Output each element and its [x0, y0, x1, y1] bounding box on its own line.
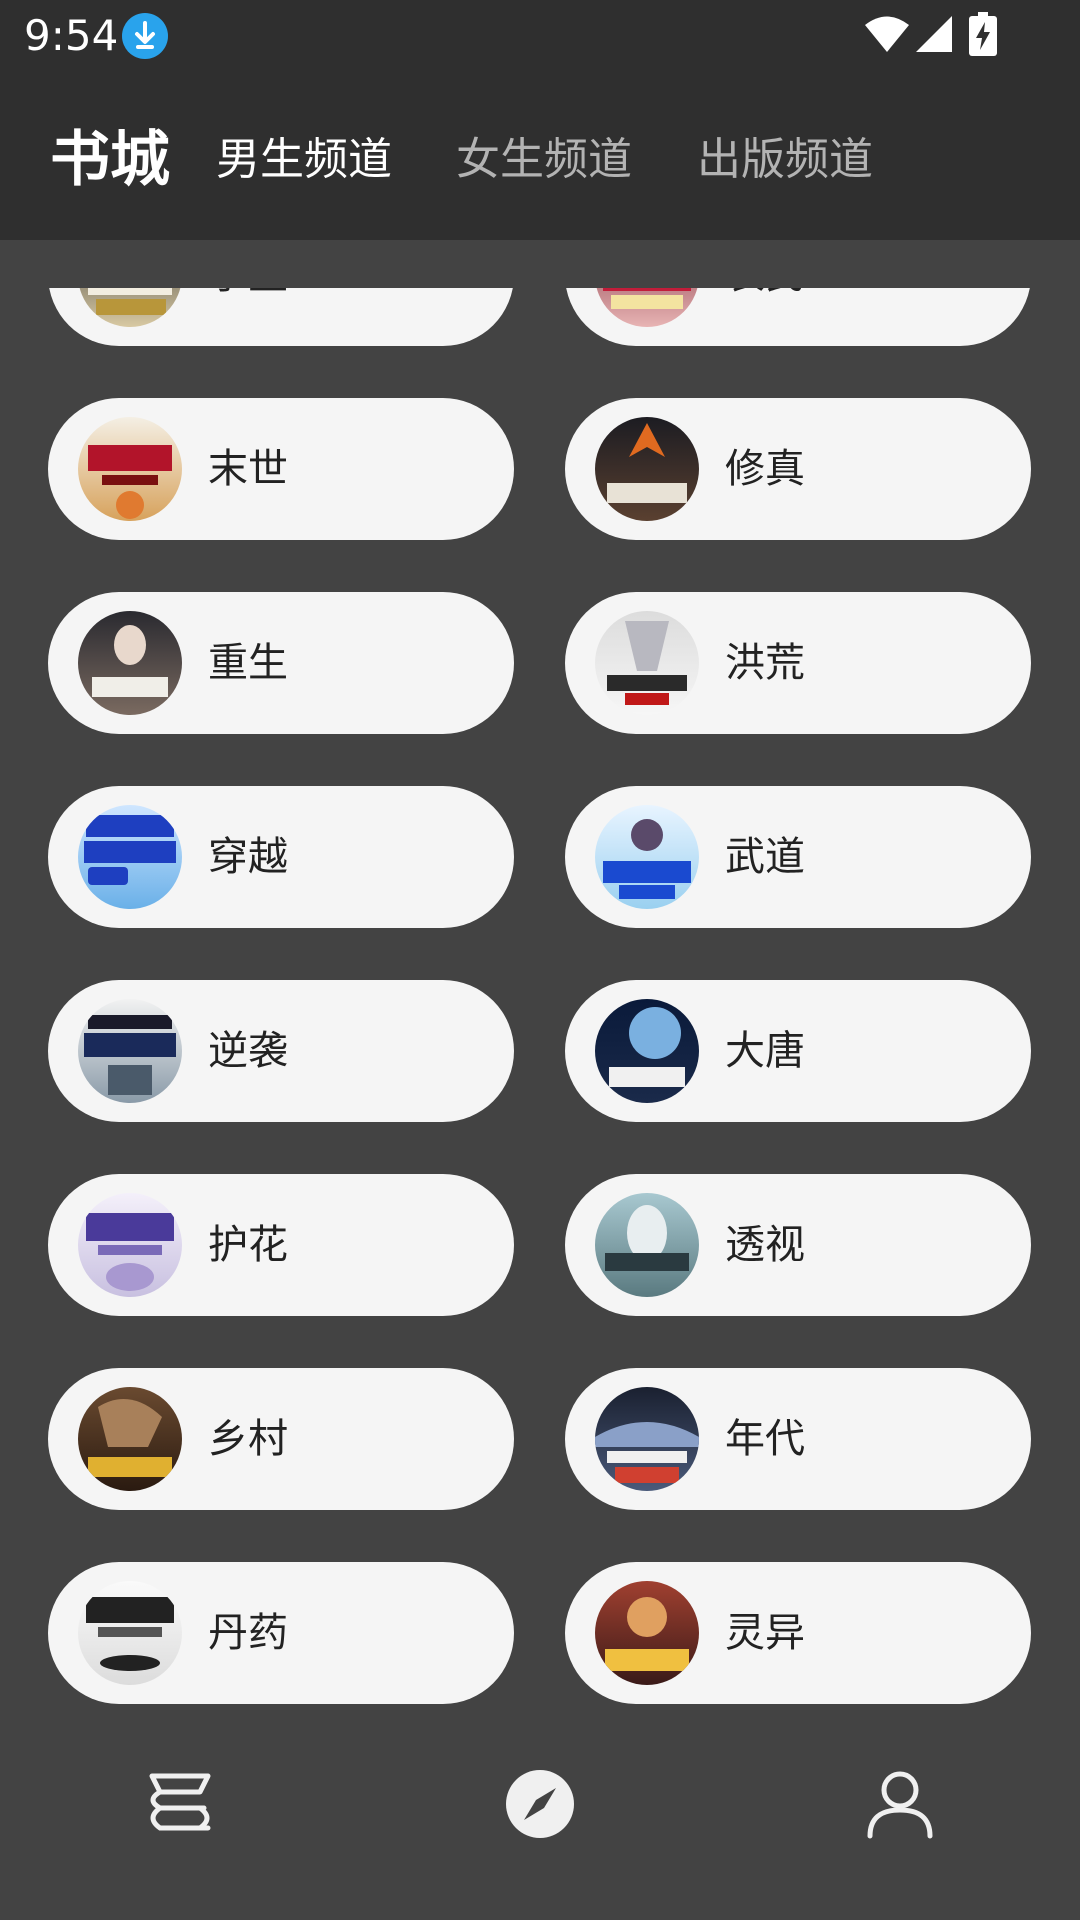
category-label: 年代 [725, 1416, 805, 1462]
download-icon [122, 13, 168, 59]
tab-male-channel[interactable]: 男生频道 [216, 130, 392, 190]
category-label: 逆袭 [208, 1028, 288, 1074]
category-item[interactable]: 穿越 [48, 786, 514, 928]
battery-charging-icon [969, 12, 997, 56]
category-item[interactable]: 逆袭 [48, 980, 514, 1122]
tab-female-channel[interactable]: 女生频道 [456, 130, 632, 190]
category-label: 护花 [208, 1222, 288, 1268]
category-label: 重生 [208, 640, 288, 686]
book-store-screen: 9:54 书城 男生频道 女生频道 出版频道 末世 修真 重生 洪荒 穿越 武道… [0, 0, 1080, 1920]
category-item[interactable]: 末世 [48, 398, 514, 540]
compass-icon[interactable] [498, 1762, 582, 1846]
book-cover-thumbnail [78, 417, 182, 521]
page-title: 书城 [50, 125, 170, 195]
category-item[interactable]: 灵异 [565, 1562, 1031, 1704]
book-cover-thumbnail [595, 1193, 699, 1297]
book-cover-thumbnail [595, 1581, 699, 1685]
status-bar: 9:54 [0, 0, 1080, 72]
status-time: 9:54 [24, 11, 119, 60]
book-cover-thumbnail [595, 611, 699, 715]
category-label: 农民 [725, 288, 805, 305]
category-label: 丹药 [208, 1610, 288, 1656]
category-label: 大唐 [725, 1028, 805, 1074]
app-bar: 书城 男生频道 女生频道 出版频道 [0, 72, 1080, 240]
category-item[interactable]: 透视 [565, 1174, 1031, 1316]
category-item[interactable]: 武道 [565, 786, 1031, 928]
category-label: 学生 [208, 288, 288, 305]
category-item[interactable]: 丹药 [48, 1562, 514, 1704]
book-cover-thumbnail [595, 417, 699, 521]
book-cover-thumbnail [595, 805, 699, 909]
tab-publishing-channel[interactable]: 出版频道 [697, 130, 873, 190]
category-label: 洪荒 [725, 640, 805, 686]
category-item[interactable]: 护花 [48, 1174, 514, 1316]
bottom-navigation [0, 1722, 1080, 1920]
book-cover-thumbnail [78, 1581, 182, 1685]
book-cover-thumbnail [78, 805, 182, 909]
book-cover-thumbnail [595, 288, 699, 327]
category-item[interactable]: 学生 [48, 288, 514, 346]
category-item[interactable]: 农民 [565, 288, 1031, 346]
bookshelf-icon[interactable] [138, 1762, 222, 1846]
category-item[interactable]: 洪荒 [565, 592, 1031, 734]
category-label: 穿越 [208, 834, 288, 880]
category-item[interactable]: 修真 [565, 398, 1031, 540]
category-label: 武道 [725, 834, 805, 880]
book-cover-thumbnail [595, 1387, 699, 1491]
wifi-icon [865, 16, 909, 52]
category-label: 灵异 [725, 1610, 805, 1656]
book-cover-thumbnail [78, 1193, 182, 1297]
profile-icon[interactable] [858, 1762, 942, 1846]
book-cover-thumbnail [595, 999, 699, 1103]
category-item[interactable]: 重生 [48, 592, 514, 734]
book-cover-thumbnail [78, 288, 182, 327]
category-item[interactable]: 大唐 [565, 980, 1031, 1122]
category-list[interactable]: 学生 农民 末世 [0, 288, 1080, 1722]
book-cover-thumbnail [78, 1387, 182, 1491]
book-cover-thumbnail [78, 999, 182, 1103]
category-item[interactable]: 年代 [565, 1368, 1031, 1510]
book-cover-thumbnail [78, 611, 182, 715]
category-item[interactable]: 乡村 [48, 1368, 514, 1510]
category-label: 透视 [725, 1222, 805, 1268]
category-label: 乡村 [208, 1416, 288, 1462]
category-label: 修真 [725, 446, 805, 492]
signal-icon [916, 16, 952, 52]
category-label: 末世 [208, 446, 288, 492]
